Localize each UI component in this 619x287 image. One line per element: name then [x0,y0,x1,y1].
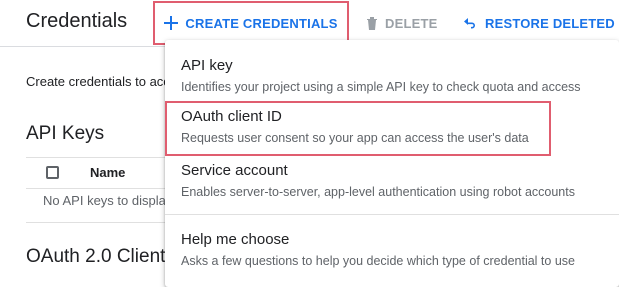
api-keys-heading: API Keys [26,123,105,144]
delete-label: DELETE [385,15,438,31]
create-credentials-menu: API key Identifies your project using a … [165,40,619,287]
empty-table-message: No API keys to displa [43,193,166,208]
menu-item-description: Asks a few questions to help you decide … [181,254,575,268]
menu-item-title: Service account [181,162,288,179]
create-credentials-button[interactable]: CREATE CREDENTIALS [153,1,349,45]
menu-item-api-key[interactable]: API key Identifies your project using a … [165,53,619,101]
menu-item-title: Help me choose [181,231,290,248]
menu-divider [165,214,619,215]
name-column-header[interactable]: Name [90,165,125,180]
undo-icon [464,17,478,29]
menu-item-description: Requests user consent so your app can ac… [181,131,529,145]
restore-deleted-label: RESTORE DELETED CRE [485,15,619,31]
menu-item-oauth-client-id[interactable]: OAuth client ID Requests user consent so… [165,101,619,156]
oauth-clients-heading: OAuth 2.0 Client I [26,246,176,267]
menu-item-description: Identifies your project using a simple A… [181,80,581,94]
plus-icon [164,16,179,30]
page-description: Create credentials to acc [26,74,170,89]
select-all-checkbox[interactable] [46,166,59,179]
page-title: Credentials [26,10,128,32]
menu-item-title: API key [181,57,233,74]
menu-item-service-account[interactable]: Service account Enables server-to-server… [165,156,619,214]
create-credentials-label: CREATE CREDENTIALS [185,15,338,31]
trash-icon [366,16,378,30]
menu-item-description: Enables server-to-server, app-level auth… [181,185,575,199]
menu-item-help-me-choose[interactable]: Help me choose Asks a few questions to h… [165,225,619,281]
menu-item-title: OAuth client ID [181,108,282,125]
